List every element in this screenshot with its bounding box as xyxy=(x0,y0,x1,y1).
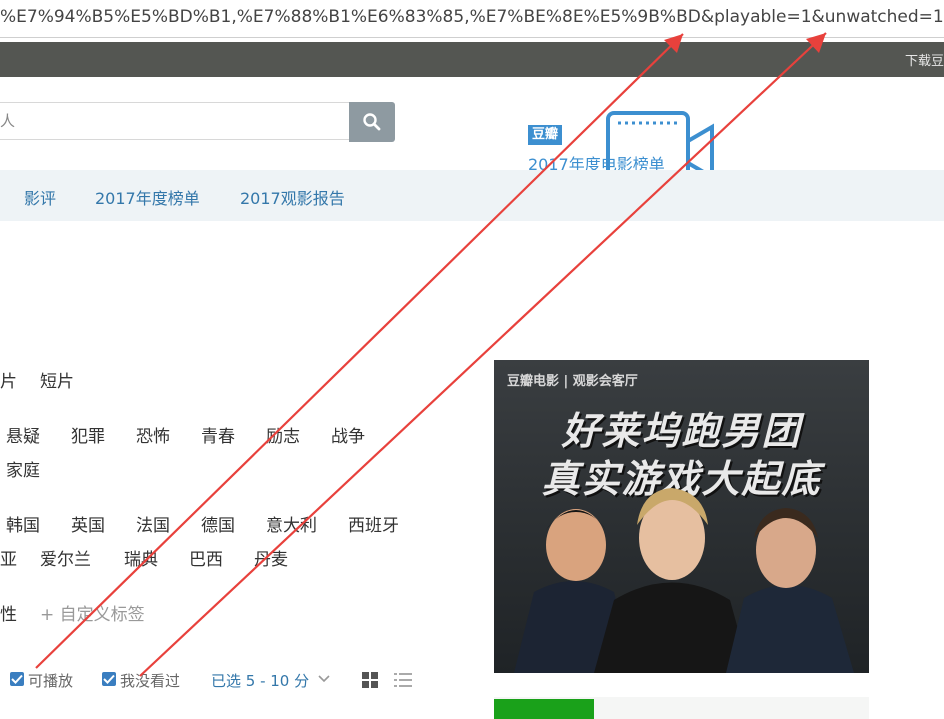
nav-item-reviews[interactable]: 影评 xyxy=(24,185,56,209)
tag-item[interactable]: 法国 xyxy=(136,511,170,536)
checkbox-checked-icon xyxy=(11,674,23,684)
top-bar: 下载豆 xyxy=(0,42,944,77)
tag-item[interactable]: 家庭 xyxy=(6,456,40,481)
playable-label[interactable]: 可播放 xyxy=(28,670,73,691)
tag-item[interactable]: 德国 xyxy=(201,511,235,536)
grid-view-icon[interactable] xyxy=(362,672,378,688)
nav-bar: 影评 2017年度榜单 2017观影报告 xyxy=(0,170,944,221)
tag-item[interactable]: 韩国 xyxy=(6,511,40,536)
nav-item-2017-report[interactable]: 2017观影报告 xyxy=(240,185,345,209)
tag-item[interactable]: 恐怖 xyxy=(136,422,170,447)
promo-poster[interactable]: 豆瓣电影 | 观影会客厅 好莱坞跑男团 真实游戏大起底 xyxy=(494,360,869,673)
tag-item[interactable]: 英国 xyxy=(71,511,105,536)
playable-checkbox[interactable] xyxy=(10,672,24,686)
tag-item[interactable]: 悬疑 xyxy=(6,422,40,447)
filter-bar: 可播放 我没看过 已选 5 - 10 分 xyxy=(0,670,340,692)
search-placeholder: 人 xyxy=(0,112,16,130)
list-view-icon[interactable] xyxy=(394,672,412,688)
tag-item[interactable]: 巴西 xyxy=(189,545,223,570)
qr-strip xyxy=(494,697,869,719)
tag-item[interactable]: 亚 xyxy=(0,545,17,570)
site-header: 人 豆瓣 2017年度电影榜单 xyxy=(0,77,944,193)
nav-item-2017-ranking[interactable]: 2017年度榜单 xyxy=(95,185,200,209)
tag-item[interactable]: 意大利 xyxy=(266,511,317,536)
url-text[interactable]: %E7%94%B5%E5%BD%B1,%E7%88%B1%E6%83%85,%E… xyxy=(0,7,944,27)
tag-item[interactable]: 瑞典 xyxy=(124,545,158,570)
tag-item[interactable]: 战争 xyxy=(331,422,365,447)
rating-range-dropdown[interactable]: 已选 5 - 10 分 xyxy=(211,670,309,691)
tag-item[interactable]: 西班牙 xyxy=(348,511,399,536)
checkbox-checked-icon xyxy=(103,674,115,684)
tag-item[interactable]: 青春 xyxy=(201,422,235,447)
tag-item[interactable]: 性 xyxy=(0,600,17,625)
search-icon xyxy=(363,113,381,131)
poster-people-illustration xyxy=(514,488,854,673)
tag-item[interactable]: 片 xyxy=(0,367,17,392)
tag-item[interactable]: 短片 xyxy=(40,367,74,392)
unwatched-checkbox[interactable] xyxy=(102,672,116,686)
search-input[interactable]: 人 xyxy=(0,102,349,140)
tag-item[interactable]: 励志 xyxy=(266,422,300,447)
tag-item[interactable]: 犯罪 xyxy=(71,422,105,447)
address-bar[interactable]: %E7%94%B5%E5%BD%B1,%E7%88%B1%E6%83%85,%E… xyxy=(0,0,944,38)
tag-item[interactable]: 爱尔兰 xyxy=(40,545,91,570)
search-button[interactable] xyxy=(349,102,395,142)
tag-item[interactable]: 丹麦 xyxy=(254,545,288,570)
custom-tag-button[interactable]: + 自定义标签 xyxy=(40,600,145,625)
chevron-down-icon[interactable] xyxy=(318,674,330,684)
douban-badge: 豆瓣 xyxy=(528,125,563,145)
unwatched-label[interactable]: 我没看过 xyxy=(120,670,180,691)
qr-code[interactable] xyxy=(494,699,594,719)
download-app-link[interactable]: 下载豆 xyxy=(905,50,944,69)
